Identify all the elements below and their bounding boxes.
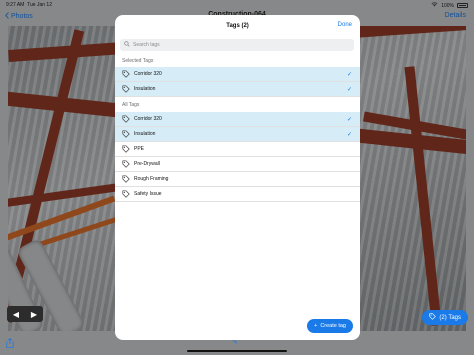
tag-label: PPE — [134, 146, 145, 152]
tag-label: Corridor 320 — [134, 116, 162, 122]
all-tags-header: All Tags — [122, 102, 140, 108]
create-tag-button[interactable]: + Create tag — [307, 319, 353, 333]
prev-arrow-icon[interactable]: ◀ — [13, 310, 19, 319]
tag-icon — [122, 130, 130, 138]
checkmark-icon: ✓ — [346, 86, 352, 93]
create-tag-label: Create tag — [320, 323, 346, 329]
tags-button-label: (2) Tags — [439, 314, 461, 321]
share-icon — [6, 335, 14, 352]
done-button[interactable]: Done — [338, 22, 352, 28]
tags-modal: Tags (2) Done Search tags Selected Tags … — [115, 15, 360, 340]
all-tag-row[interactable]: Rough Framing — [115, 172, 360, 187]
selected-tag-row[interactable]: Corridor 320 ✓ — [115, 67, 360, 82]
tag-label: Safety Issue — [134, 191, 162, 197]
checkmark-icon: ✓ — [346, 131, 352, 138]
tag-label: Pre-Drywall — [134, 161, 160, 167]
photo-nav-arrows: ◀ ▶ — [7, 306, 43, 322]
tag-icon — [122, 175, 130, 183]
tags-button[interactable]: (2) Tags — [422, 310, 468, 325]
tag-icon — [429, 313, 437, 322]
all-tag-row[interactable]: Safety Issue — [115, 187, 360, 202]
share-button[interactable] — [6, 335, 14, 353]
checkmark-icon: ✓ — [346, 116, 352, 123]
plus-icon: + — [314, 323, 318, 329]
checkmark-icon: ✓ — [346, 71, 352, 78]
home-indicator — [187, 350, 287, 352]
all-tag-row[interactable]: Corridor 320 ✓ — [115, 112, 360, 127]
tag-icon — [122, 190, 130, 198]
tag-icon — [122, 160, 130, 168]
search-placeholder: Search tags — [133, 42, 160, 48]
all-tag-row[interactable]: Insulation ✓ — [115, 127, 360, 142]
tag-icon — [122, 145, 130, 153]
all-tag-row[interactable]: Pre-Drywall — [115, 157, 360, 172]
tag-label: Insulation — [134, 131, 156, 137]
search-icon — [124, 41, 130, 49]
selected-tags-header: Selected Tags — [122, 58, 154, 64]
selected-tag-row[interactable]: Insulation ✓ — [115, 82, 360, 97]
search-input[interactable]: Search tags — [120, 39, 354, 51]
all-tag-row[interactable]: PPE — [115, 142, 360, 157]
tag-label: Insulation — [134, 86, 156, 92]
tag-icon — [122, 70, 130, 78]
tag-icon — [122, 115, 130, 123]
tag-icon — [122, 85, 130, 93]
modal-title: Tags (2) — [226, 23, 249, 29]
next-arrow-icon[interactable]: ▶ — [31, 310, 37, 319]
tag-label: Corridor 320 — [134, 71, 162, 77]
tag-label: Rough Framing — [134, 176, 169, 182]
